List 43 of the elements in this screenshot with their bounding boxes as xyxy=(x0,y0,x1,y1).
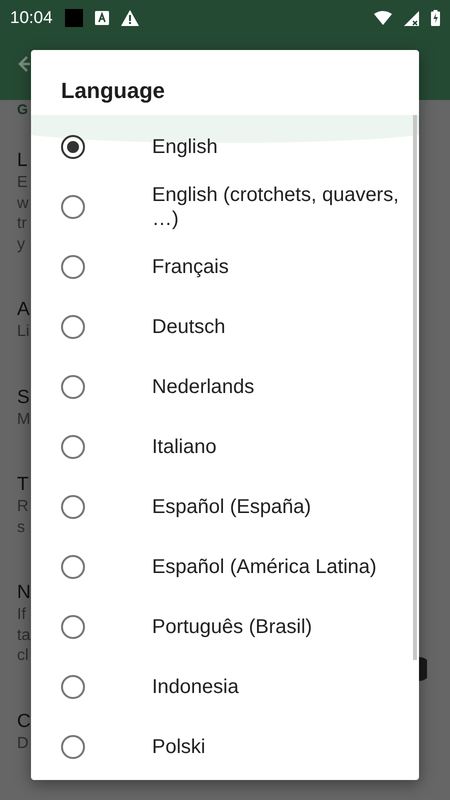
language-option[interactable]: English (crotchets, quavers, …) xyxy=(152,183,399,231)
language-option[interactable]: Español (España) xyxy=(152,495,399,519)
radio-button[interactable] xyxy=(61,615,85,639)
setting-title: A xyxy=(17,298,30,322)
radio-button[interactable] xyxy=(61,555,85,579)
radio-button[interactable] xyxy=(61,435,85,459)
warning-icon xyxy=(120,10,139,26)
radio-button[interactable] xyxy=(61,195,85,219)
radio-button[interactable] xyxy=(61,495,85,519)
setting-title: C xyxy=(17,710,31,734)
radio-button[interactable] xyxy=(61,315,85,339)
signal-icon xyxy=(404,10,419,26)
setting-title: N xyxy=(17,581,31,605)
setting-summary: s xyxy=(17,518,25,538)
wifi-icon xyxy=(374,11,392,25)
language-option[interactable]: Polski xyxy=(152,735,399,759)
language-option[interactable]: Deutsch xyxy=(152,315,399,339)
square-icon xyxy=(64,9,83,27)
setting-summary: w xyxy=(17,194,29,214)
setting-title: L xyxy=(17,149,28,173)
setting-title: T xyxy=(17,473,29,497)
status-time: 10:04 xyxy=(10,8,53,28)
radio-button[interactable] xyxy=(61,255,85,279)
language-option[interactable]: Español (América Latina) xyxy=(152,555,399,579)
setting-summary: cl xyxy=(17,646,29,666)
keyboard-icon xyxy=(94,11,109,25)
language-option[interactable]: Nederlands xyxy=(152,375,399,399)
category-header: G xyxy=(17,101,28,117)
language-option[interactable]: English xyxy=(152,135,399,159)
setting-title: S xyxy=(17,386,30,410)
language-option[interactable]: Indonesia xyxy=(152,675,399,699)
language-option[interactable]: Italiano xyxy=(152,435,399,459)
language-option[interactable]: Français xyxy=(152,255,399,279)
radio-button[interactable] xyxy=(61,735,85,759)
switch-thumb-icon[interactable] xyxy=(419,656,427,682)
dialog-title: Language xyxy=(60,77,166,105)
radio-button[interactable] xyxy=(61,135,85,159)
radio-button[interactable] xyxy=(61,675,85,699)
scrollbar[interactable] xyxy=(413,115,417,660)
radio-button[interactable] xyxy=(61,375,85,399)
battery-icon xyxy=(431,10,440,26)
language-option[interactable]: Português (Brasil) xyxy=(152,615,399,639)
back-arrow-icon[interactable] xyxy=(17,54,30,74)
